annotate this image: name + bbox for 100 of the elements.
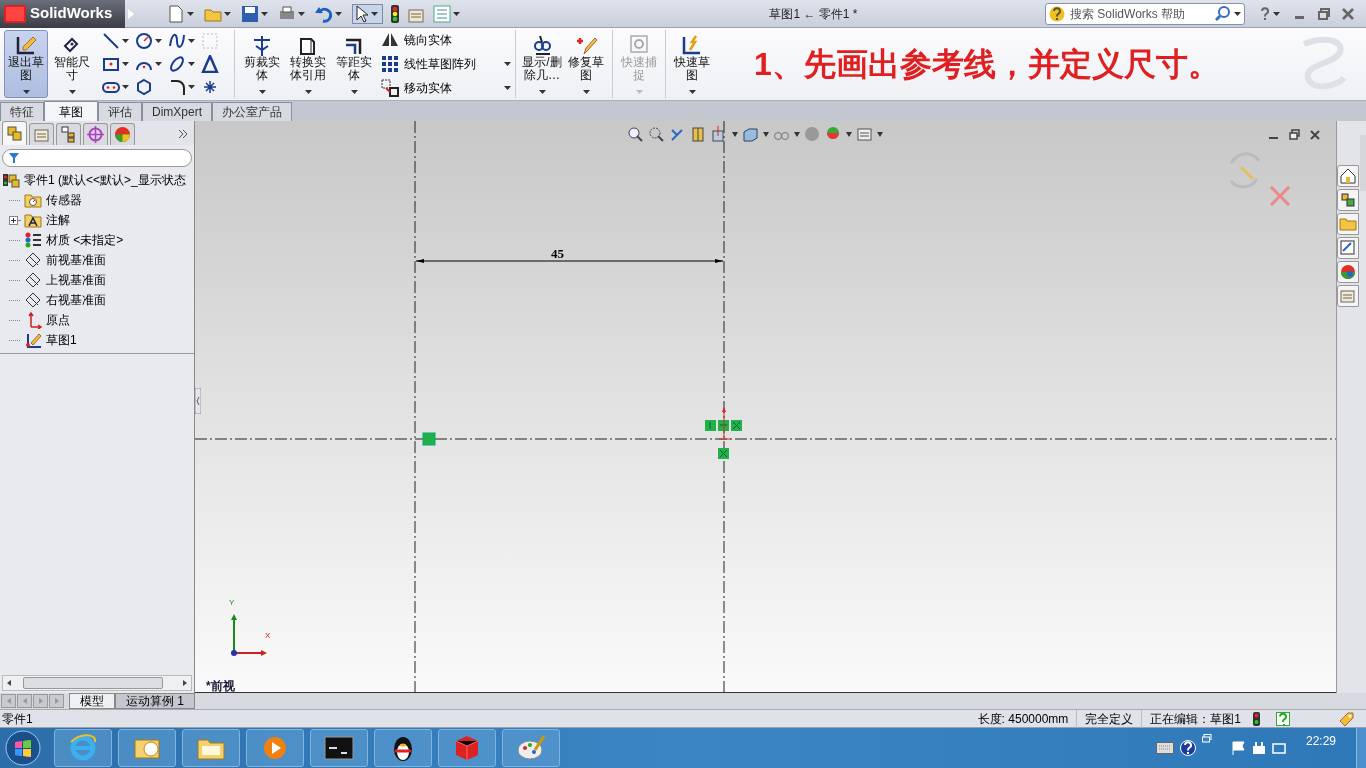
panel-tab[interactable] — [83, 123, 108, 145]
tag-icon[interactable] — [1338, 710, 1354, 727]
save-icon[interactable] — [241, 4, 259, 23]
network-icon[interactable] — [1271, 741, 1286, 755]
caret-icon[interactable] — [877, 132, 883, 137]
line-icon[interactable] — [102, 32, 120, 50]
caret-icon[interactable] — [1273, 10, 1280, 17]
ribbon-button[interactable]: 修复草图 — [564, 30, 608, 98]
ribbon-button[interactable]: 转换实体引用 — [285, 30, 331, 98]
construction-line[interactable] — [723, 121, 725, 692]
select-tool-button[interactable] — [352, 3, 383, 24]
vertical-relation-marker[interactable] — [422, 432, 436, 446]
collapse-handle-icon[interactable] — [195, 388, 201, 414]
scroll-right-icon[interactable] — [181, 679, 189, 687]
ribbon-list-button[interactable]: 镜向实体 — [381, 31, 511, 49]
tree-item[interactable]: 右视基准面 — [24, 291, 106, 309]
ribbon-button[interactable]: 智能尺寸 — [50, 30, 94, 98]
caret-icon[interactable] — [122, 84, 129, 90]
task-pane-tab[interactable] — [1337, 237, 1359, 259]
fillet-icon[interactable] — [168, 78, 186, 96]
spline-icon[interactable] — [168, 32, 186, 50]
ellipse-icon[interactable] — [168, 55, 186, 73]
taskbar-button[interactable] — [310, 729, 368, 767]
dimension-line[interactable] — [415, 259, 724, 263]
polygon-icon[interactable] — [135, 78, 153, 96]
construction-line[interactable] — [195, 438, 1336, 440]
command-tab[interactable]: 办公室产品 — [212, 102, 292, 121]
search-field[interactable]: 搜索 SolidWorks 帮助 — [1045, 2, 1245, 25]
horizontal-scrollbar[interactable] — [2, 675, 192, 691]
chevron-right-icon[interactable] — [178, 129, 188, 139]
point-icon[interactable] — [201, 78, 219, 96]
panel-tab[interactable] — [2, 121, 27, 145]
restore-icon[interactable] — [1318, 7, 1330, 20]
flag-icon[interactable] — [1231, 741, 1246, 755]
caret-icon[interactable] — [155, 61, 162, 67]
dimension-value[interactable]: 45 — [551, 244, 564, 264]
construction-line[interactable] — [414, 121, 416, 692]
tree-item[interactable]: 前视基准面 — [24, 251, 106, 269]
close-icon[interactable] — [1310, 129, 1320, 140]
caret-icon[interactable] — [453, 10, 460, 17]
tree-item[interactable]: 草图1 — [24, 331, 77, 349]
power-icon[interactable] — [1251, 741, 1266, 755]
caret-icon[interactable] — [371, 10, 378, 17]
ribbon-list-button[interactable]: 移动实体 — [381, 79, 511, 97]
ribbon-button[interactable]: 显示/删除几… — [520, 30, 564, 98]
expand-icon[interactable] — [9, 215, 18, 225]
caret-icon[interactable] — [188, 84, 195, 90]
ribbon-button[interactable]: 退出草图 — [4, 30, 48, 98]
caret-icon[interactable] — [122, 61, 129, 67]
traffic-light-icon[interactable] — [1253, 711, 1260, 726]
ribbon-list-button[interactable]: 线性草图阵列 — [381, 55, 511, 73]
tree-item[interactable]: 传感器 — [24, 191, 82, 209]
caret-icon[interactable] — [187, 10, 194, 17]
caret-icon[interactable] — [188, 38, 195, 44]
caret-icon[interactable] — [732, 132, 738, 137]
tree-item[interactable]: 零件1 (默认<<默认>_显示状态 — [0, 170, 194, 190]
caret-icon[interactable] — [122, 38, 129, 44]
tree-item[interactable]: 上视基准面 — [24, 271, 106, 289]
filter-field[interactable] — [2, 149, 192, 167]
panel-tab[interactable] — [110, 123, 135, 145]
circle-icon[interactable] — [135, 32, 153, 50]
caret-icon[interactable] — [298, 10, 305, 17]
caret-icon[interactable] — [155, 38, 162, 44]
ribbon-button[interactable]: 剪裁实体 — [239, 30, 285, 98]
start-button-icon[interactable] — [4, 729, 42, 767]
caret-icon[interactable] — [1234, 10, 1241, 17]
taskbar-button[interactable] — [374, 729, 432, 767]
traffic-light-icon[interactable] — [391, 4, 399, 23]
caret-icon[interactable] — [763, 132, 769, 137]
search-icon[interactable] — [1215, 5, 1231, 22]
window-icon[interactable] — [1201, 734, 1212, 743]
model-tab[interactable]: 运动算例 1 — [115, 693, 195, 709]
caret-icon[interactable] — [794, 132, 800, 137]
previous-view-icon[interactable] — [669, 126, 686, 143]
tree-item[interactable]: 注解 — [24, 211, 70, 229]
tree-item[interactable]: 材质 <未指定> — [24, 231, 124, 249]
text-icon[interactable] — [201, 55, 219, 73]
caret-icon[interactable] — [261, 10, 268, 17]
scroll-left-icon[interactable] — [5, 679, 13, 687]
section-view-icon[interactable] — [690, 126, 707, 143]
command-tab[interactable]: 草图 — [44, 101, 98, 121]
relation-markers[interactable] — [705, 420, 742, 459]
caret-icon[interactable] — [224, 10, 231, 17]
panel-tab[interactable] — [56, 123, 81, 145]
restore-icon[interactable] — [1289, 129, 1300, 140]
model-tab[interactable]: 模型 — [69, 693, 115, 709]
command-tab[interactable]: DimXpert — [142, 102, 212, 121]
command-tab[interactable]: 评估 — [98, 102, 142, 121]
command-tab[interactable]: 特征 — [0, 102, 44, 121]
zoom-fit-icon[interactable] — [627, 126, 644, 143]
caret-icon[interactable] — [335, 10, 342, 17]
ribbon-button[interactable]: 快速草图 — [670, 30, 714, 98]
task-pane-tab[interactable] — [1337, 165, 1359, 187]
keyboard-icon[interactable] — [1155, 742, 1174, 754]
display-style-icon[interactable] — [742, 126, 759, 143]
caret-icon[interactable] — [188, 61, 195, 67]
tree-item[interactable]: 原点 — [24, 311, 70, 329]
zoom-area-icon[interactable] — [648, 126, 665, 143]
caret-icon[interactable] — [846, 132, 852, 137]
ribbon-button[interactable]: 等距实体 — [331, 30, 377, 98]
